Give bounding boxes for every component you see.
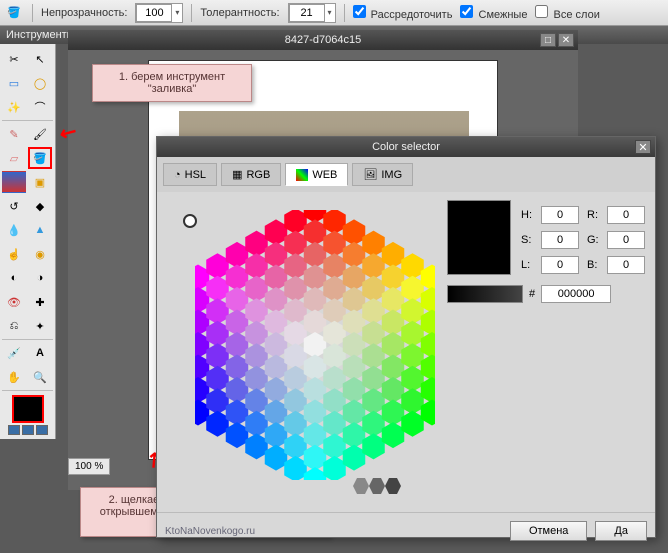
crop-tool-icon[interactable]: ✂ <box>2 48 26 70</box>
alllayers-checkbox[interactable]: Все слои <box>535 5 599 21</box>
hsl-icon: ◔ <box>174 169 181 181</box>
tolerance-field[interactable] <box>289 4 325 22</box>
bucket-options-icon: 🪣 <box>4 3 24 23</box>
move-tool-icon[interactable]: ↖ <box>28 48 52 70</box>
tab-web[interactable]: WEB <box>285 163 348 186</box>
pencil-tool-icon[interactable]: ✎ <box>2 123 26 145</box>
clone-tool-icon[interactable]: ▣ <box>28 171 52 193</box>
opacity-input[interactable]: ▾ <box>135 3 183 23</box>
l-input[interactable] <box>541 256 579 274</box>
tool-separator <box>2 120 53 121</box>
dialog-title: Color selector <box>372 141 440 153</box>
brush-tool-icon[interactable]: 🖌 <box>28 123 52 145</box>
heal-tool-icon[interactable]: ✚ <box>28 291 52 313</box>
tab-img[interactable]: 🖼IMG <box>352 163 413 186</box>
gradient-tool-icon[interactable] <box>2 171 26 193</box>
zoom-indicator[interactable]: 100 % <box>68 458 110 475</box>
blur-tool-icon[interactable]: 💧 <box>2 219 26 241</box>
g-label: G: <box>587 234 601 246</box>
annotation-1: 1. берем инструмент "заливка" <box>92 64 252 102</box>
adjacent-checkbox[interactable]: Смежные <box>460 5 527 21</box>
tab-rgb[interactable]: ▦RGB <box>221 163 281 186</box>
r-label: R: <box>587 209 601 221</box>
pinch-tool-icon[interactable]: ✦ <box>28 315 52 337</box>
document-titlebar[interactable]: 8427-d7064c15 □ ✕ <box>68 30 578 50</box>
hand-tool-icon[interactable]: ✋ <box>2 366 26 388</box>
opacity-label: Непрозрачность: <box>41 7 127 19</box>
grey-hex-icon[interactable] <box>345 474 405 498</box>
sharpen-tool-icon[interactable]: ▲ <box>28 219 52 241</box>
rgb-icon: ▦ <box>232 168 242 181</box>
lasso-tool-icon[interactable]: ◯ <box>28 72 52 94</box>
h-input[interactable] <box>541 206 579 224</box>
close-icon[interactable]: ✕ <box>558 33 574 47</box>
lightness-gradient[interactable] <box>447 285 523 303</box>
marquee-tool-icon[interactable]: ▭ <box>2 72 26 94</box>
text-tool-icon[interactable]: A <box>28 342 52 364</box>
wand-tool-icon[interactable]: ✨ <box>2 96 26 118</box>
chevron-down-icon[interactable]: ▾ <box>172 8 182 17</box>
document-title: 8427-d7064c15 <box>285 34 361 46</box>
tool-separator <box>2 339 53 340</box>
replace-tool-icon[interactable]: ↺ <box>2 195 26 217</box>
maximize-icon[interactable]: □ <box>540 33 556 47</box>
burn-tool-icon[interactable]: ◑ <box>28 267 52 289</box>
separator <box>32 4 33 22</box>
tolerance-input[interactable]: ▾ <box>288 3 336 23</box>
shape-tool-icon[interactable]: ◆ <box>28 195 52 217</box>
credit-text: KtoNaNovenkogo.ru <box>165 526 255 537</box>
color-tabs: ◔HSL ▦RGB WEB 🖼IMG <box>157 157 655 192</box>
chevron-down-icon[interactable]: ▾ <box>325 8 335 17</box>
hash-label: # <box>529 288 535 300</box>
brush-select-icon[interactable]: ⌒ <box>28 96 52 118</box>
tool-separator <box>2 390 53 391</box>
b-input[interactable] <box>607 256 645 274</box>
dodge-tool-icon[interactable]: ◐ <box>2 267 26 289</box>
separator <box>191 4 192 22</box>
opacity-field[interactable] <box>136 4 172 22</box>
redeye-tool-icon[interactable]: 👁 <box>2 291 26 313</box>
l-label: L: <box>521 259 535 271</box>
g-input[interactable] <box>607 231 645 249</box>
separator <box>344 4 345 22</box>
b-label: B: <box>587 259 601 271</box>
color-preview <box>447 200 511 275</box>
color-swatch[interactable] <box>12 395 44 423</box>
bucket-tool-icon[interactable]: 🪣 <box>28 147 52 169</box>
tolerance-label: Толерантность: <box>200 7 279 19</box>
eyedrop-tool-icon[interactable]: 💉 <box>2 342 26 364</box>
ok-button[interactable]: Да <box>595 521 647 541</box>
close-icon[interactable]: ✕ <box>635 140 651 154</box>
swatch-presets[interactable] <box>2 425 53 435</box>
color-selector-dialog: Color selector ✕ ◔HSL ▦RGB WEB 🖼IMG H: R… <box>156 136 656 538</box>
h-label: H: <box>521 209 535 221</box>
s-input[interactable] <box>541 231 579 249</box>
s-label: S: <box>521 234 535 246</box>
img-icon: 🖼 <box>363 168 377 181</box>
hex-input[interactable] <box>541 285 611 303</box>
hex-wheel[interactable] <box>195 210 435 480</box>
color-values: H: R: S: G: L: B: # <box>447 200 647 504</box>
cancel-button[interactable]: Отмена <box>510 521 587 541</box>
web-icon <box>296 169 308 181</box>
tab-hsl[interactable]: ◔HSL <box>163 163 217 186</box>
r-input[interactable] <box>607 206 645 224</box>
dialog-titlebar[interactable]: Color selector ✕ <box>157 137 655 157</box>
zoom-tool-icon[interactable]: 🔍 <box>28 366 52 388</box>
sponge-tool-icon[interactable]: ◉ <box>28 243 52 265</box>
stamp-tool-icon[interactable]: ⎌ <box>2 315 26 337</box>
scatter-checkbox[interactable]: Рассредоточить <box>353 5 453 21</box>
smudge-tool-icon[interactable]: ☝ <box>2 243 26 265</box>
toolbox: ✂↖ ▭◯ ✨⌒ ✎🖌 ▱🪣 ▣ ↺◆ 💧▲ ☝◉ ◐◑ 👁✚ ⎌✦ 💉A ✋🔍 <box>0 44 56 439</box>
options-bar: 🪣 Непрозрачность: ▾ Толерантность: ▾ Рас… <box>0 0 668 26</box>
hex-color-picker[interactable] <box>165 200 437 504</box>
eraser-tool-icon[interactable]: ▱ <box>2 147 26 169</box>
